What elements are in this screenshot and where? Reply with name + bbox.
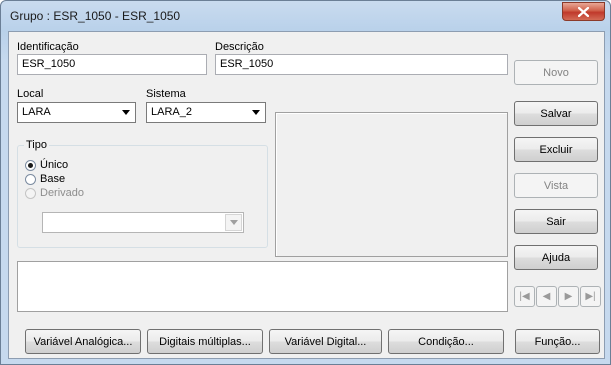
descricao-input[interactable]: ESR_1050 [215,54,508,75]
sistema-select-value: LARA_2 [151,106,192,118]
next-record-button[interactable]: ▶ [558,286,579,307]
digitais-multiplas-button[interactable]: Digitais múltiplas... [147,329,263,354]
first-record-icon: |◀ [519,291,530,302]
condicao-button[interactable]: Condição... [388,329,504,354]
radio-unico-label: Único [40,159,69,171]
salvar-button[interactable]: Salvar [514,101,598,126]
close-icon [578,6,589,17]
window-title: Grupo : ESR_1050 - ESR_1050 [10,9,181,23]
chevron-down-icon[interactable] [225,214,242,231]
radio-derivado[interactable]: Derivado [25,187,84,199]
dialog-window: Grupo : ESR_1050 - ESR_1050 Identificaçã… [0,0,611,365]
descricao-label: Descrição [215,41,264,53]
radio-base[interactable]: Base [25,173,65,185]
radio-base-label: Base [40,173,66,185]
ajuda-button[interactable]: Ajuda [514,245,598,270]
chevron-down-icon[interactable] [247,104,264,121]
tipo-groupbox-title: Tipo [24,139,49,151]
sistema-select[interactable]: LARA_2 [146,102,266,123]
derivado-select[interactable] [42,212,244,233]
radio-derivado-label: Derivado [40,187,85,199]
novo-button[interactable]: Novo [514,60,598,85]
variavel-digital-button[interactable]: Variável Digital... [269,329,382,354]
sair-button[interactable]: Sair [514,209,598,234]
chevron-down-icon[interactable] [117,104,134,121]
tipo-groupbox: Tipo Único Base Derivado [17,139,268,248]
previous-record-icon: ◀ [542,291,551,302]
identificacao-label: Identificação [17,41,79,53]
local-select[interactable]: LARA [17,102,136,123]
dialog-client-area: Identificação ESR_1050 Descrição ESR_105… [8,31,605,359]
previous-record-button[interactable]: ◀ [536,286,557,307]
variavel-analogica-button[interactable]: Variável Analógica... [25,329,141,354]
radio-unchecked-icon[interactable] [25,173,36,185]
last-record-icon: ▶| [585,291,596,302]
radio-checked-icon[interactable] [25,159,36,171]
radio-unchecked-icon[interactable] [25,187,36,199]
local-select-value: LARA [22,106,51,118]
info-panel [275,112,508,257]
title-bar[interactable]: Grupo : ESR_1050 - ESR_1050 [1,1,610,31]
sistema-label: Sistema [146,88,186,100]
identificacao-input[interactable]: ESR_1050 [17,54,207,75]
next-record-icon: ▶ [564,291,573,302]
radio-unico[interactable]: Único [25,159,68,171]
close-button[interactable] [562,2,605,21]
funcao-button[interactable]: Função... [515,329,600,354]
excluir-button[interactable]: Excluir [514,137,598,162]
vista-button[interactable]: Vista [514,173,598,198]
first-record-button[interactable]: |◀ [514,286,535,307]
local-label: Local [17,88,44,100]
notes-textarea[interactable] [17,261,508,312]
last-record-button[interactable]: ▶| [580,286,601,307]
